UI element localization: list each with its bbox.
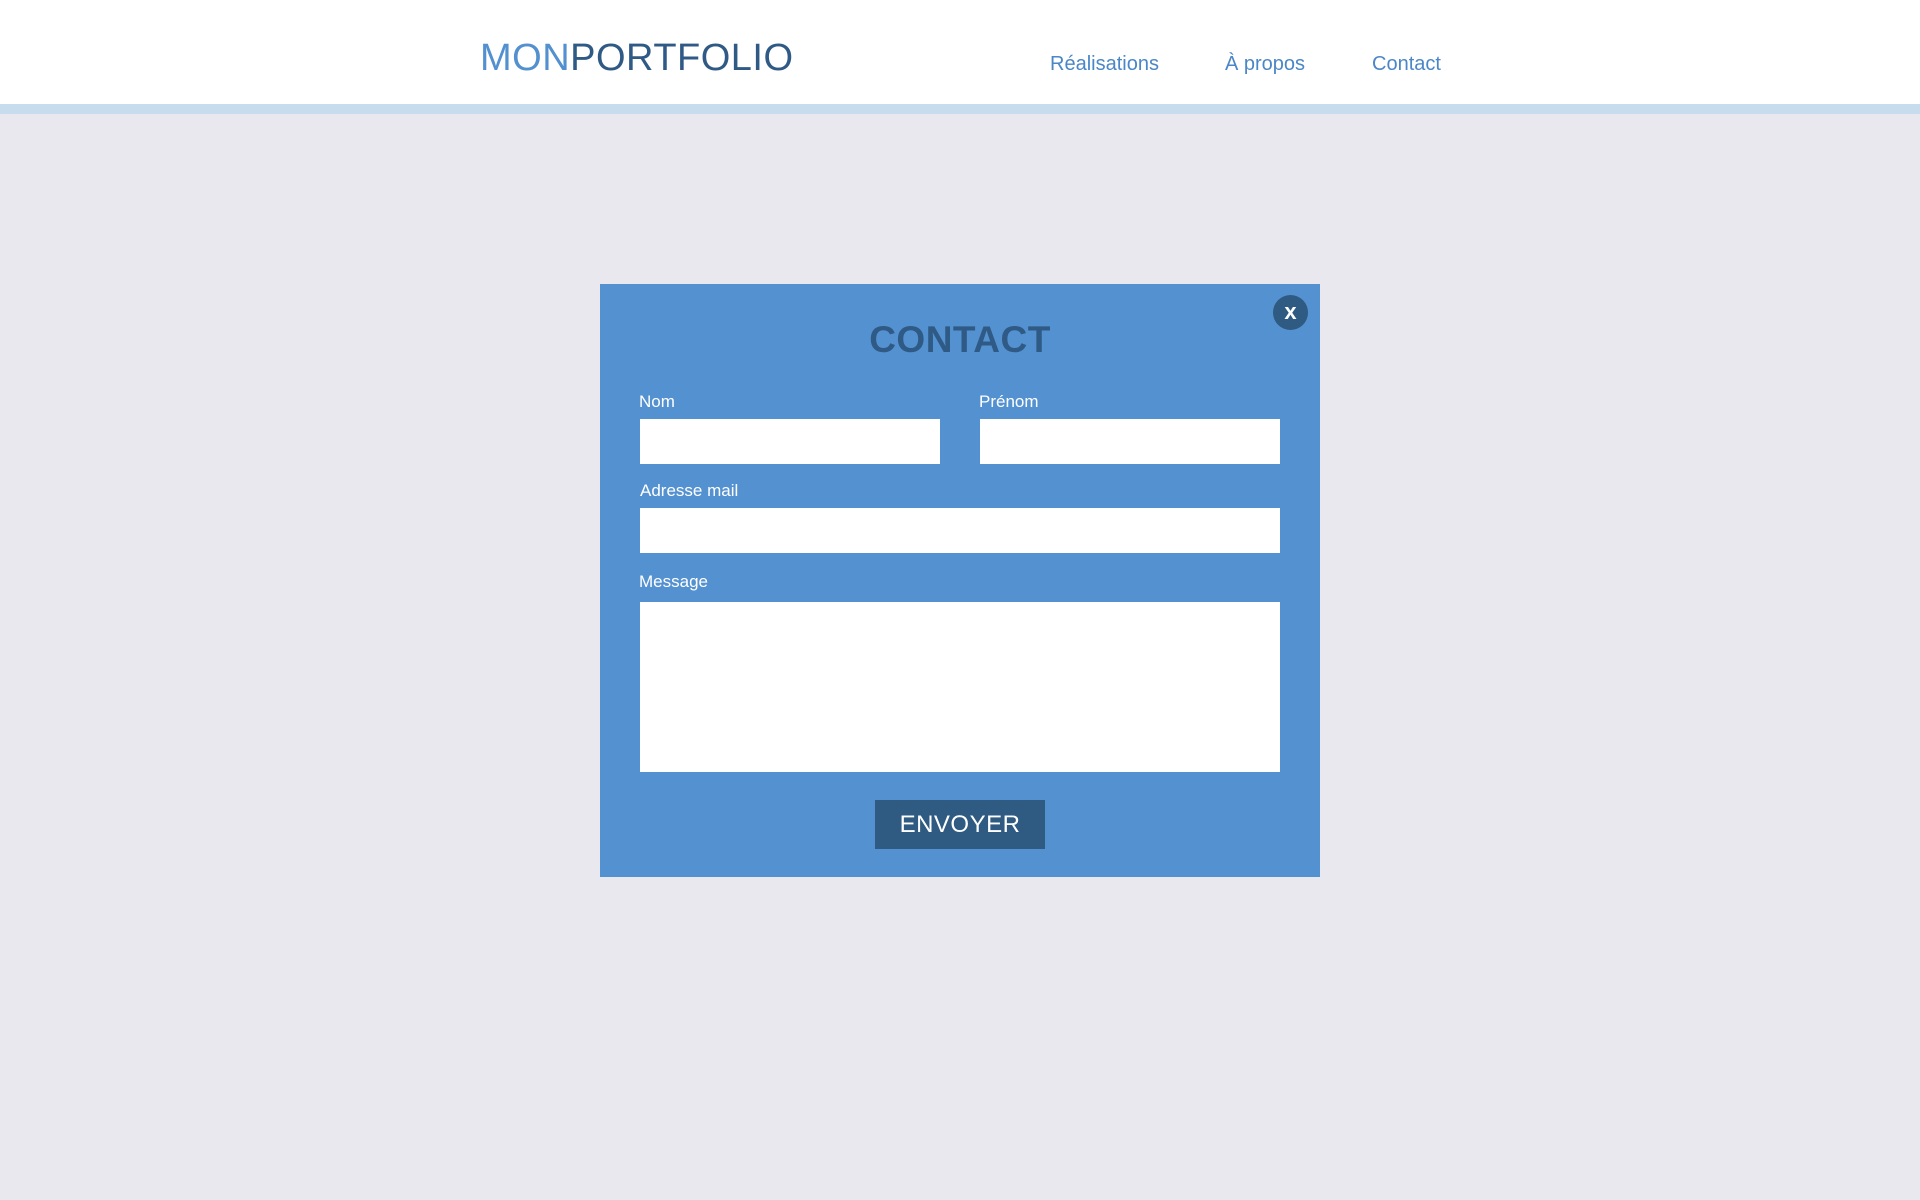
nom-input[interactable] (640, 419, 940, 464)
modal-title: CONTACT (869, 319, 1051, 360)
email-label: Adresse mail (640, 481, 739, 500)
nav-link-contact[interactable]: Contact (1372, 50, 1441, 78)
header-stripe (0, 104, 1920, 114)
logo-text-portfolio: PORTFOLIO (570, 37, 794, 79)
nom-label: Nom (639, 392, 675, 411)
site-header: MONPORTFOLIO Réalisations À propos Conta… (0, 0, 1920, 104)
message-textarea[interactable] (640, 602, 1280, 772)
contact-modal: x CONTACT Nom Prénom Adresse mail Messag… (600, 284, 1320, 877)
nav-link-realisations[interactable]: Réalisations (1050, 50, 1159, 78)
prenom-label: Prénom (979, 392, 1039, 411)
send-button[interactable]: ENVOYER (875, 800, 1045, 849)
message-label: Message (639, 572, 708, 591)
nav-link-a-propos[interactable]: À propos (1225, 50, 1305, 78)
logo-text-mon: MON (480, 37, 571, 79)
site-logo[interactable]: MONPORTFOLIO (480, 34, 794, 82)
prenom-input[interactable] (980, 419, 1280, 464)
email-input[interactable] (640, 508, 1280, 553)
